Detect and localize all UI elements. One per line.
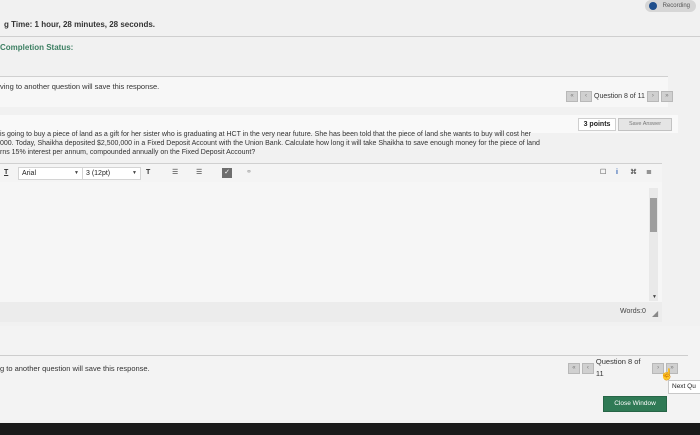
first-question-icon[interactable]: «	[566, 91, 578, 102]
resize-handle-icon[interactable]: ◢	[652, 309, 658, 318]
editor-status-bar	[0, 302, 662, 322]
question-counter-top: Question 8 of 11	[594, 93, 645, 100]
preview-icon[interactable]: ☐	[600, 168, 606, 178]
next-question-button[interactable]: Next Qu	[668, 380, 700, 394]
question-text: is going to buy a piece of land as a gif…	[0, 130, 670, 157]
question-counter-bottom: Question 8 of 11	[595, 357, 641, 378]
completion-status-label: Completion Status:	[0, 43, 74, 52]
font-size-value: 3 (12pt)	[86, 170, 111, 177]
recording-indicator[interactable]: Recording	[644, 0, 696, 12]
font-size-select[interactable]: 3 (12pt) ▼	[82, 167, 141, 180]
numbered-list-icon[interactable]: ☰	[196, 168, 202, 178]
prev-question-icon[interactable]: ‹	[581, 362, 594, 374]
first-question-icon[interactable]: «	[568, 362, 580, 374]
text-color-icon[interactable]: T	[146, 168, 150, 178]
question-navigation-top: « ‹ Question 8 of 11 › »	[566, 91, 676, 102]
record-icon	[648, 2, 657, 10]
next-question-icon[interactable]: ›	[646, 91, 659, 102]
last-question-icon[interactable]: »	[660, 91, 673, 102]
scrollbar-thumb[interactable]	[650, 198, 657, 232]
font-icon[interactable]: T	[4, 168, 8, 178]
browser-page: Recording g Time: 1 hour, 28 minutes, 28…	[0, 0, 700, 435]
editor-toolbar: T Arial ▼ 3 (12pt) ▼ T ☰ ☰ ✓ ⚭ ☐ i ⌘ ≣	[0, 163, 662, 183]
info-icon[interactable]: i	[616, 168, 618, 178]
bullet-list-icon[interactable]: ☰	[172, 168, 178, 178]
save-warning-bottom: g to another question will save this res…	[0, 364, 150, 373]
chevron-down-icon: ▼	[74, 170, 79, 176]
chevron-down-icon: ▼	[132, 170, 137, 176]
divider	[0, 355, 688, 356]
timer-text: g Time: 1 hour, 28 minutes, 28 seconds.	[4, 20, 156, 29]
fullscreen-icon[interactable]: ⌘	[630, 168, 637, 178]
prev-question-icon[interactable]: ‹	[580, 91, 592, 102]
divider	[0, 36, 700, 37]
question-line: rns 15% interest per annum, compounded a…	[0, 149, 256, 156]
spellcheck-icon[interactable]: ✓	[222, 168, 232, 178]
link-icon[interactable]: ⚭	[246, 168, 252, 178]
answer-editor[interactable]	[0, 182, 662, 303]
font-family-select[interactable]: Arial ▼	[18, 167, 83, 180]
monitor-bezel	[0, 423, 700, 435]
question-line: 000. Today, Shaikha deposited $2,500,000…	[0, 140, 540, 147]
question-line: is going to buy a piece of land as a gif…	[0, 131, 532, 138]
recording-label: Recording	[662, 3, 690, 9]
close-window-button[interactable]: Close Window	[603, 396, 667, 412]
font-family-value: Arial	[22, 170, 37, 177]
expand-toolbar-icon[interactable]: ≣	[646, 168, 652, 178]
scroll-down-icon[interactable]: ▼	[652, 294, 657, 300]
save-warning-top: ving to another question will save this …	[0, 82, 160, 91]
word-count: Words:0	[620, 308, 646, 315]
